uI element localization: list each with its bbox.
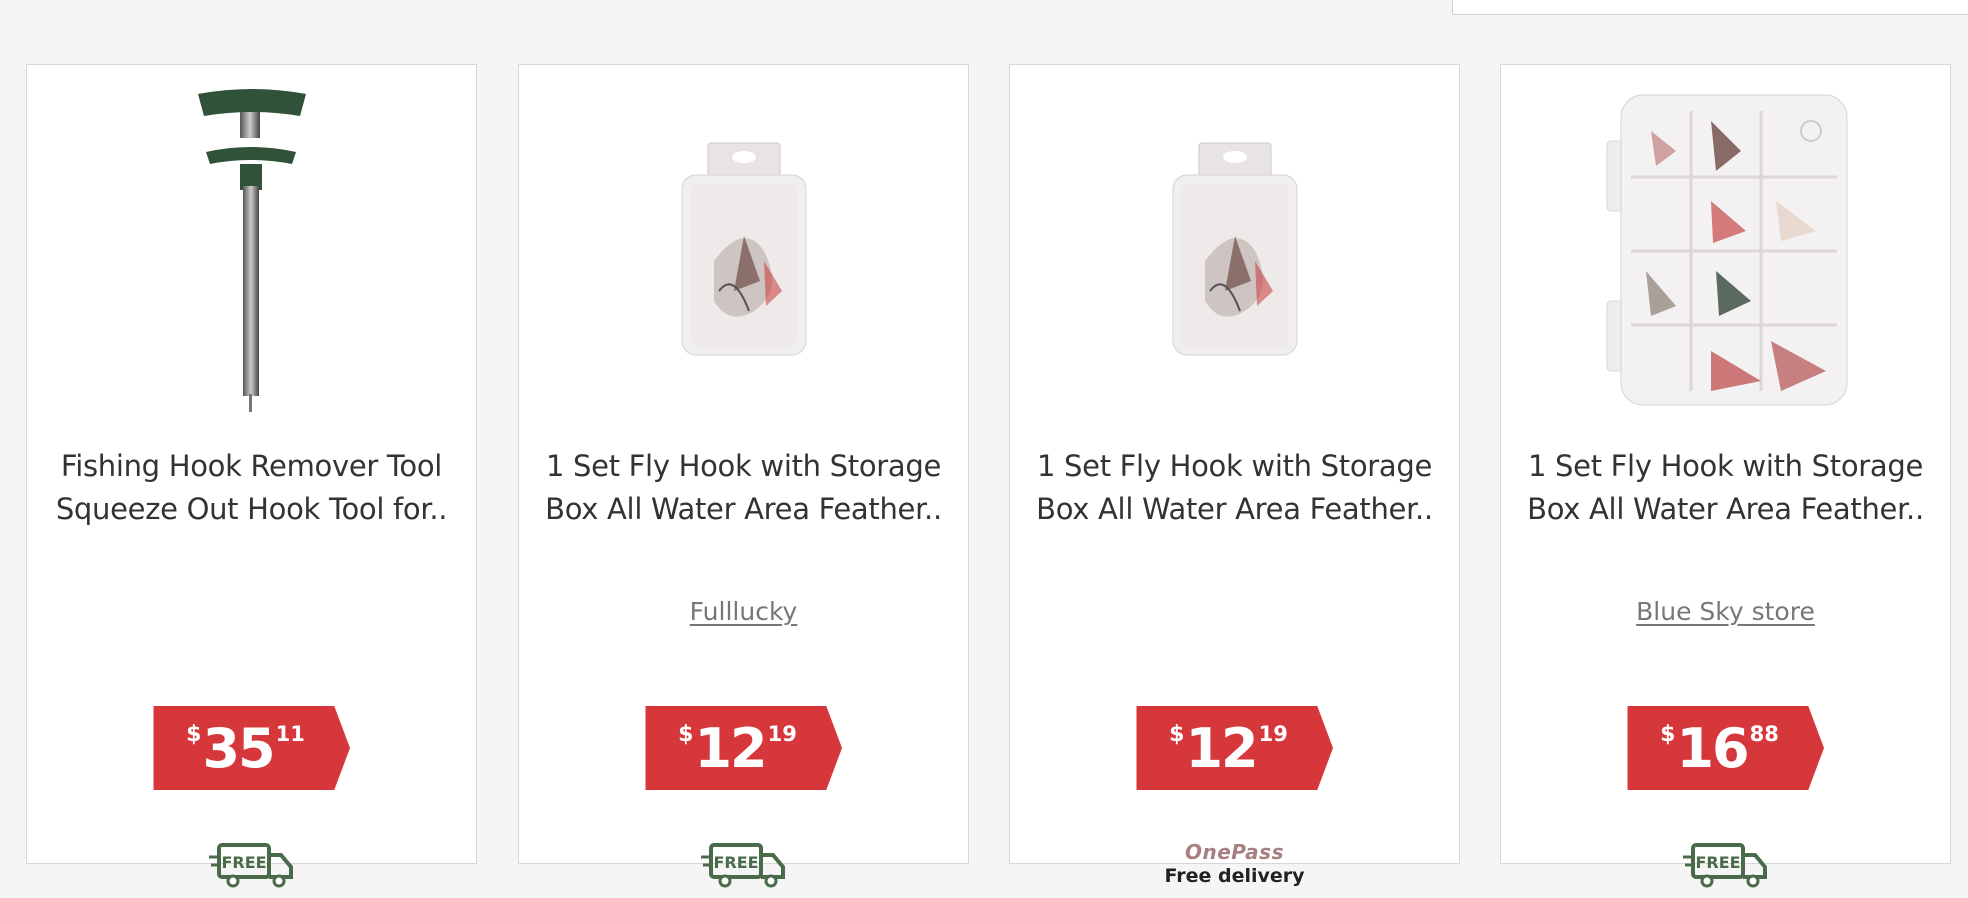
product-image[interactable]	[1010, 81, 1459, 421]
svg-text:FREE: FREE	[221, 853, 266, 872]
product-card[interactable]: 1 Set Fly Hook with Storage Box All Wate…	[518, 64, 969, 888]
free-delivery-truck-icon: FREE	[700, 843, 785, 888]
product-title[interactable]: Fishing Hook Remover Tool Squeeze Out Ho…	[43, 445, 460, 531]
product-image[interactable]	[27, 81, 476, 421]
price-tag: $ 16 88	[1627, 706, 1824, 790]
price-tag: $ 12 19	[1136, 706, 1333, 790]
price-tag: $ 12 19	[645, 706, 842, 790]
search-results-dropdown-edge	[1452, 0, 1968, 15]
product-image[interactable]	[519, 81, 968, 421]
product-image[interactable]	[1501, 81, 1950, 421]
seller-link[interactable]: Fulllucky	[519, 597, 968, 626]
free-delivery-truck-icon: FREE	[208, 843, 293, 888]
product-title[interactable]: 1 Set Fly Hook with Storage Box All Wate…	[1517, 445, 1934, 531]
product-card[interactable]: 1 Set Fly Hook with Storage Box All Wate…	[1500, 64, 1951, 888]
free-delivery-label: Free delivery	[1164, 865, 1305, 887]
onepass-free-delivery: OnePass Free delivery	[1010, 841, 1459, 889]
product-title[interactable]: 1 Set Fly Hook with Storage Box All Wate…	[1026, 445, 1443, 531]
onepass-logo: OnePass	[1185, 840, 1284, 864]
fly-hook-box-image	[681, 142, 806, 356]
free-delivery-truck-icon: FREE	[1682, 843, 1767, 888]
seller-link[interactable]: Blue Sky store	[1501, 597, 1950, 626]
product-card[interactable]: Fishing Hook Remover Tool Squeeze Out Ho…	[26, 64, 477, 888]
fly-hook-box-image	[1606, 94, 1847, 406]
product-card[interactable]: 1 Set Fly Hook with Storage Box All Wate…	[1009, 64, 1460, 887]
fly-hook-box-image	[1172, 142, 1297, 356]
svg-text:FREE: FREE	[1695, 853, 1740, 872]
product-title[interactable]: 1 Set Fly Hook with Storage Box All Wate…	[535, 445, 952, 531]
price-tag: $ 35 11	[153, 706, 350, 790]
hook-remover-image	[197, 89, 306, 412]
svg-text:FREE: FREE	[713, 853, 758, 872]
